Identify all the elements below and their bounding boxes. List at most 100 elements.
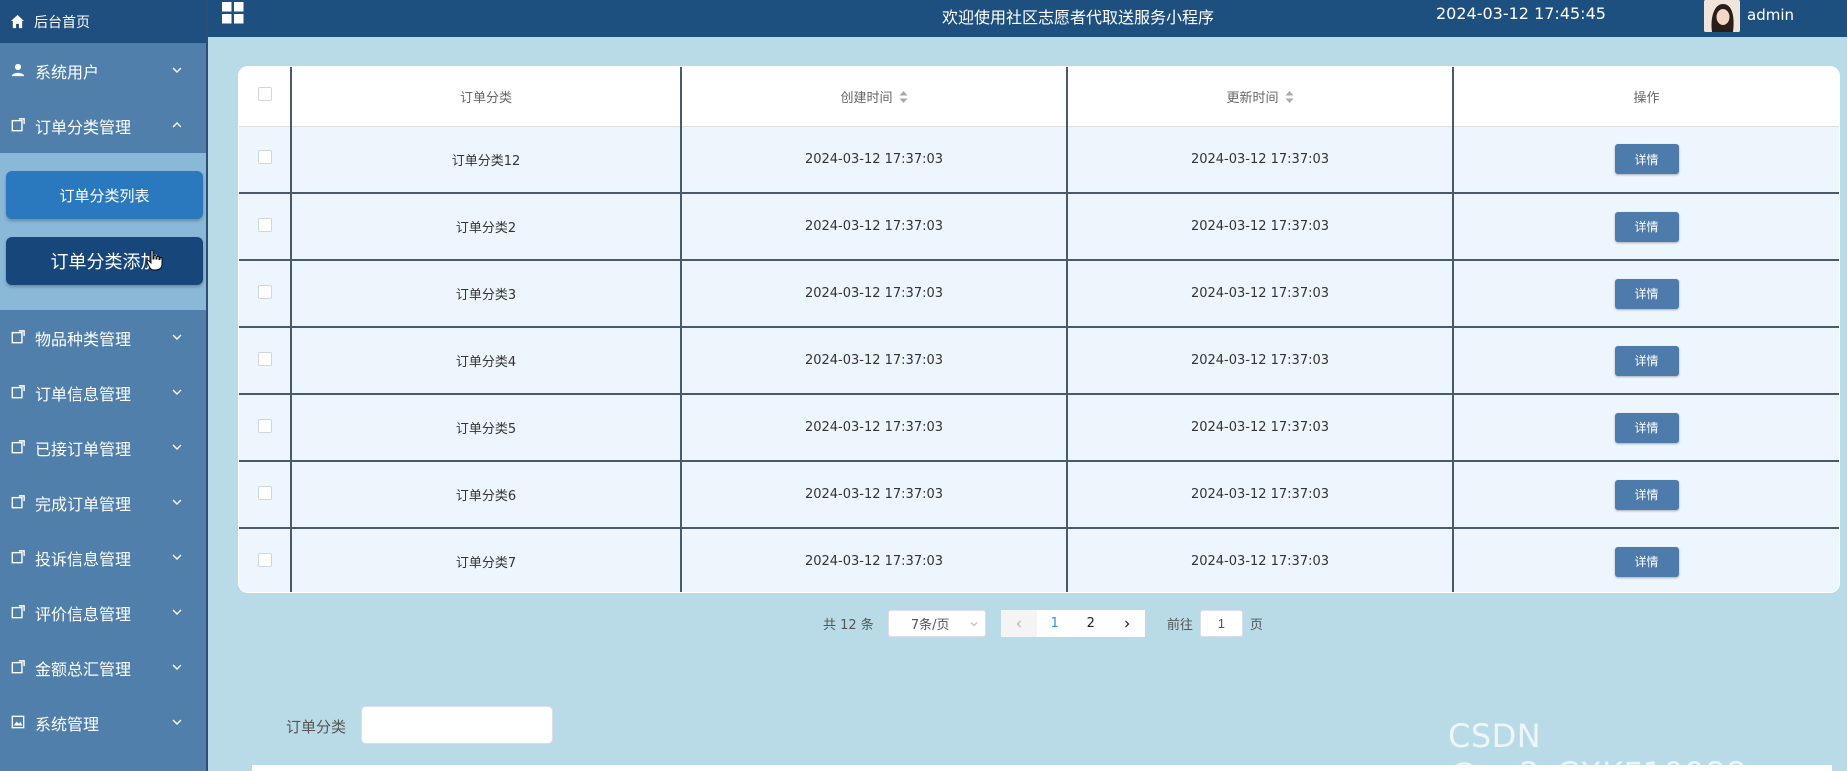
sidebar-item-label: 系统用户 bbox=[35, 62, 100, 82]
submenu-order-category-add[interactable]: 订单分类添加 bbox=[6, 237, 203, 285]
table-row: 订单分类12 2024-03-12 17:37:03 2024-03-12 17… bbox=[239, 126, 1839, 194]
order-category-table: 订单分类 创建时间 更新时间 操作 订单分类12 2024-03-12 17:3… bbox=[238, 66, 1840, 593]
column-header-updated[interactable]: 更新时间 bbox=[1067, 67, 1454, 127]
sidebar-home[interactable]: 后台首页 bbox=[0, 0, 206, 43]
edit-icon bbox=[11, 659, 27, 676]
cell-updated: 2024-03-12 17:37:03 bbox=[1067, 528, 1454, 592]
select-all-checkbox[interactable] bbox=[257, 87, 272, 102]
cell-updated: 2024-03-12 17:37:03 bbox=[1067, 126, 1454, 194]
cell-category: 订单分类4 bbox=[291, 327, 682, 395]
chevron-down-icon bbox=[172, 554, 182, 560]
cell-actions: 详情 bbox=[1453, 327, 1839, 395]
search-category-input[interactable] bbox=[361, 706, 553, 744]
cell-created: 2024-03-12 17:37:03 bbox=[681, 260, 1068, 328]
column-label: 创建时间 bbox=[840, 90, 893, 106]
cell-actions: 详情 bbox=[1453, 461, 1839, 529]
detail-button[interactable]: 详情 bbox=[1614, 211, 1679, 242]
sidebar-item-reviews[interactable]: 评价信息管理 bbox=[0, 585, 206, 640]
avatar[interactable] bbox=[1704, 0, 1740, 32]
prev-page-button[interactable] bbox=[1000, 610, 1037, 637]
submenu-order-category-list[interactable]: 订单分类列表 bbox=[6, 171, 203, 219]
cell-updated: 2024-03-12 17:37:03 bbox=[1067, 260, 1454, 328]
grid-menu-icon[interactable] bbox=[222, 2, 244, 24]
sidebar-item-order-category[interactable]: 订单分类管理 bbox=[0, 98, 206, 153]
row-checkbox[interactable] bbox=[257, 485, 272, 500]
goto-page-input[interactable] bbox=[1199, 610, 1243, 637]
sidebar-item-amount-summary[interactable]: 金额总汇管理 bbox=[0, 640, 206, 695]
header-username[interactable]: admin bbox=[1747, 6, 1794, 24]
detail-button[interactable]: 详情 bbox=[1614, 546, 1679, 577]
sidebar-item-complaints[interactable]: 投诉信息管理 bbox=[0, 530, 206, 585]
sidebar-item-label: 系统管理 bbox=[35, 714, 100, 734]
column-header-category: 订单分类 bbox=[291, 67, 682, 127]
column-header-created[interactable]: 创建时间 bbox=[681, 67, 1068, 127]
user-icon bbox=[11, 63, 27, 79]
row-select-cell bbox=[239, 528, 292, 592]
chevron-down-icon bbox=[172, 719, 182, 725]
sort-icon[interactable] bbox=[899, 90, 908, 103]
cell-updated: 2024-03-12 17:37:03 bbox=[1067, 394, 1454, 462]
table-row: 订单分类4 2024-03-12 17:37:03 2024-03-12 17:… bbox=[239, 327, 1839, 395]
row-checkbox[interactable] bbox=[257, 150, 272, 165]
detail-button[interactable]: 详情 bbox=[1614, 412, 1679, 443]
cell-created: 2024-03-12 17:37:03 bbox=[681, 193, 1068, 261]
chevron-down-icon bbox=[172, 389, 182, 395]
sidebar-item-label: 订单信息管理 bbox=[35, 384, 132, 404]
column-label: 订单分类 bbox=[459, 90, 512, 106]
submenu-add-label: 订单分类添加 bbox=[50, 252, 159, 273]
order-category-submenu: 订单分类列表 订单分类添加 bbox=[0, 153, 206, 310]
sidebar-item-accepted-orders[interactable]: 已接订单管理 bbox=[0, 420, 206, 475]
chevron-up-icon bbox=[172, 122, 182, 128]
cell-created: 2024-03-12 17:37:03 bbox=[681, 126, 1068, 194]
sidebar: 后台首页 系统用户 订单分类管理 订单分类列表 订单分类添加 物品种类管理 订单… bbox=[0, 0, 208, 771]
goto-label: 前往 bbox=[1166, 618, 1193, 633]
row-checkbox[interactable] bbox=[257, 284, 272, 299]
table-row: 订单分类6 2024-03-12 17:37:03 2024-03-12 17:… bbox=[239, 461, 1839, 529]
page-2-button[interactable]: 2 bbox=[1072, 610, 1109, 637]
row-checkbox[interactable] bbox=[257, 217, 272, 232]
row-checkbox[interactable] bbox=[257, 552, 272, 567]
header-datetime: 2024-03-12 17:45:45 bbox=[1436, 4, 1606, 23]
table-row: 订单分类7 2024-03-12 17:37:03 2024-03-12 17:… bbox=[239, 528, 1839, 592]
chevron-down-icon bbox=[172, 334, 182, 340]
pagination: 共 12 条 7条/页 1 2 前往 页 bbox=[823, 610, 1263, 637]
cell-actions: 详情 bbox=[1453, 528, 1839, 592]
page-suffix: 页 bbox=[1249, 618, 1263, 633]
detail-button[interactable]: 详情 bbox=[1614, 345, 1679, 376]
detail-button[interactable]: 详情 bbox=[1614, 278, 1679, 309]
table-row: 订单分类3 2024-03-12 17:37:03 2024-03-12 17:… bbox=[239, 260, 1839, 328]
sort-icon[interactable] bbox=[1285, 90, 1294, 103]
sidebar-home-label: 后台首页 bbox=[34, 14, 90, 31]
edit-icon bbox=[11, 384, 27, 401]
row-select-cell bbox=[239, 260, 292, 328]
row-select-cell bbox=[239, 193, 292, 261]
cell-actions: 详情 bbox=[1453, 193, 1839, 261]
chevron-down-icon bbox=[172, 609, 182, 615]
sidebar-item-system-users[interactable]: 系统用户 bbox=[0, 43, 206, 98]
detail-button[interactable]: 详情 bbox=[1614, 144, 1679, 175]
row-select-cell bbox=[239, 461, 292, 529]
detail-button[interactable]: 详情 bbox=[1614, 479, 1679, 510]
row-checkbox[interactable] bbox=[257, 351, 272, 366]
table-header-row: 订单分类 创建时间 更新时间 操作 bbox=[239, 67, 1839, 127]
pagination-total: 共 12 条 bbox=[823, 618, 874, 633]
sidebar-item-completed-orders[interactable]: 完成订单管理 bbox=[0, 475, 206, 530]
hand-cursor-icon bbox=[146, 249, 163, 271]
cell-created: 2024-03-12 17:37:03 bbox=[681, 327, 1068, 395]
sidebar-item-item-type[interactable]: 物品种类管理 bbox=[0, 310, 206, 365]
sidebar-item-system-management[interactable]: 系统管理 bbox=[0, 695, 206, 750]
edit-icon bbox=[11, 494, 27, 511]
chevron-down-icon bbox=[970, 622, 978, 627]
search-category-label: 订单分类 bbox=[286, 718, 347, 736]
select-all-cell bbox=[239, 67, 292, 127]
image-icon bbox=[11, 715, 27, 731]
column-header-actions: 操作 bbox=[1453, 67, 1839, 127]
page-1-button[interactable]: 1 bbox=[1036, 610, 1073, 637]
next-page-button[interactable] bbox=[1108, 610, 1145, 637]
row-checkbox[interactable] bbox=[257, 418, 272, 433]
page-size-select[interactable]: 7条/页 bbox=[887, 610, 986, 637]
edit-icon bbox=[11, 329, 27, 346]
sidebar-item-order-info[interactable]: 订单信息管理 bbox=[0, 365, 206, 420]
edit-icon bbox=[11, 604, 27, 621]
chevron-down-icon bbox=[172, 664, 182, 670]
